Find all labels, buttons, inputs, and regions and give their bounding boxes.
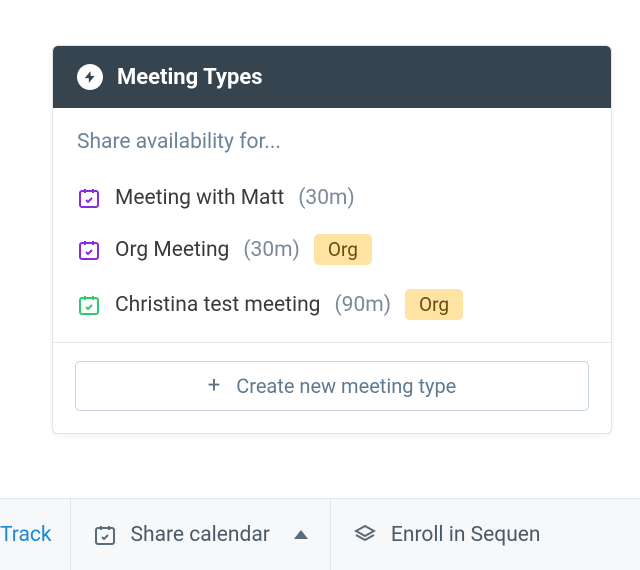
meeting-types-panel: Meeting Types Share availability for... … [52, 45, 612, 434]
chevron-up-icon [294, 530, 308, 539]
meeting-row[interactable]: Christina test meeting (90m) Org [77, 277, 587, 332]
bottom-toolbar: Track Share calendar Enroll in Sequen [0, 498, 640, 570]
track-label: Track [0, 523, 52, 547]
create-section: + Create new meeting type [53, 343, 611, 433]
panel-header: Meeting Types [53, 46, 611, 108]
plus-icon: + [208, 375, 220, 397]
calendar-check-icon [77, 186, 101, 210]
share-calendar-button[interactable]: Share calendar [71, 499, 331, 570]
meeting-row[interactable]: Meeting with Matt (30m) [77, 174, 587, 222]
share-availability-label: Share availability for... [77, 130, 587, 154]
org-badge: Org [405, 289, 463, 320]
meeting-duration: (30m) [298, 186, 355, 210]
track-button[interactable]: Track [0, 499, 71, 570]
meeting-name: Org Meeting [115, 238, 229, 262]
meeting-duration: (90m) [334, 293, 391, 317]
enroll-sequence-button[interactable]: Enroll in Sequen [331, 499, 563, 570]
meeting-row[interactable]: Org Meeting (30m) Org [77, 222, 587, 277]
panel-body: Share availability for... Meeting with M… [53, 108, 611, 332]
share-calendar-label: Share calendar [131, 523, 270, 547]
calendar-check-icon [77, 238, 101, 262]
calendar-check-icon [93, 523, 117, 547]
panel-title: Meeting Types [117, 65, 263, 90]
enroll-label: Enroll in Sequen [391, 523, 541, 547]
meeting-name: Meeting with Matt [115, 186, 284, 210]
layers-icon [353, 523, 377, 547]
create-meeting-type-button[interactable]: + Create new meeting type [75, 361, 589, 411]
bolt-icon [77, 64, 103, 90]
calendar-check-icon [77, 293, 101, 317]
create-label: Create new meeting type [236, 374, 456, 398]
org-badge: Org [314, 234, 372, 265]
meeting-name: Christina test meeting [115, 293, 320, 317]
meeting-duration: (30m) [243, 238, 300, 262]
